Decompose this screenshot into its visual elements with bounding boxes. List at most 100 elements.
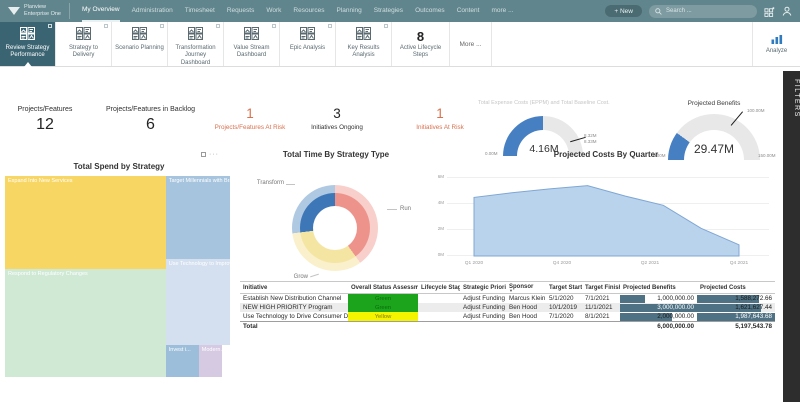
kpi-label: Projects/Features bbox=[0, 106, 90, 113]
popout-icon[interactable] bbox=[272, 24, 276, 28]
nav-item-more[interactable]: more ... bbox=[491, 0, 513, 22]
column-header-sponsor[interactable]: Sponsor▼ bbox=[506, 282, 546, 294]
empty-cell bbox=[460, 322, 506, 332]
more-options-icon[interactable]: ··· bbox=[209, 152, 219, 157]
table-row[interactable]: Use Technology to Drive Consumer DemandY… bbox=[240, 312, 775, 322]
popout-icon[interactable] bbox=[48, 24, 52, 28]
kpi-value: 6 bbox=[93, 116, 208, 134]
cell-value: 1,588,272.66 bbox=[700, 295, 772, 302]
treemap-tile-1[interactable]: Respond to Regulatory Changes bbox=[5, 269, 166, 377]
treemap-tile-2[interactable]: Target Millennials with Bra... bbox=[166, 176, 230, 259]
search-input[interactable]: Search ... bbox=[649, 5, 757, 18]
popout-icon[interactable] bbox=[160, 24, 164, 28]
popout-icon[interactable] bbox=[104, 24, 108, 28]
total-label: Total bbox=[240, 322, 348, 332]
gauge-target-label: 100.00M bbox=[747, 108, 765, 113]
new-button[interactable]: + New bbox=[605, 5, 642, 17]
x-axis-tick: Q2 2021 bbox=[641, 261, 659, 266]
apps-grid-icon[interactable] bbox=[764, 6, 775, 17]
area-projected-costs: Projected Costs By Quarter 6M4M2M0M Q1 2… bbox=[432, 150, 780, 280]
data-bar-cell: 1,000,000.00 bbox=[620, 294, 697, 304]
kpi-value: 1 bbox=[200, 106, 300, 121]
nav-item-administration[interactable]: Administration bbox=[132, 0, 173, 22]
cell-value: 3,000,000.00 bbox=[623, 304, 694, 311]
popout-icon[interactable] bbox=[384, 24, 388, 28]
kpi-initiatives-at-risk[interactable]: 1Initiatives At Risk bbox=[390, 106, 490, 131]
popout-icon[interactable] bbox=[328, 24, 332, 28]
ribbon-spacer bbox=[492, 22, 752, 66]
cell-value bbox=[418, 303, 460, 312]
status-cell: Green bbox=[348, 294, 418, 304]
cell-value: Ben Hood bbox=[506, 312, 546, 322]
treemap-tile-0[interactable]: Expand Into New Services bbox=[5, 176, 166, 269]
filters-panel-tab[interactable]: FILTERS bbox=[783, 71, 800, 402]
ribbon-tile-value-stream-dashboard[interactable]: Value Stream Dashboard bbox=[224, 22, 280, 66]
column-header-projected-costs[interactable]: Projected Costs bbox=[697, 282, 775, 294]
treemap-tile-label: Expand Into New Services bbox=[5, 176, 166, 184]
cell-value: 7/1/2020 bbox=[546, 312, 582, 322]
kpi-initiatives-ongoing[interactable]: 3Initiatives Ongoing bbox=[297, 106, 377, 131]
ribbon-more-button[interactable]: More ... bbox=[450, 22, 492, 66]
nav-item-strategies[interactable]: Strategies bbox=[374, 0, 403, 22]
dashboard-icon bbox=[356, 27, 371, 44]
column-header-target-finish[interactable]: Target Finish bbox=[582, 282, 620, 294]
table-row[interactable]: NEW HIGH PRIORITY ProgramGreenAdjust Fun… bbox=[240, 303, 775, 312]
tile-label: Scenario Planning bbox=[113, 44, 166, 53]
column-header-overall-status-assessment[interactable]: Overall Status Assessment bbox=[348, 282, 418, 294]
table-row[interactable]: Establish New Distribution ChannelGreenA… bbox=[240, 294, 775, 304]
cell-value: Adjust Funding bbox=[460, 294, 506, 304]
treemap-tile-label: Invest i... bbox=[166, 345, 199, 353]
ribbon-tile-review-strategy-performance[interactable]: Review Strategy Performance bbox=[0, 22, 56, 66]
treemap-tile-5[interactable]: Modern... bbox=[199, 345, 222, 377]
nav-item-content[interactable]: Content bbox=[457, 0, 480, 22]
user-profile-icon[interactable] bbox=[782, 6, 792, 16]
donut-label-transform: Transform bbox=[242, 180, 284, 186]
active-lifecycle-steps-tile[interactable]: 8 Active Lifecycle Steps bbox=[392, 22, 450, 66]
kpi-projects-features-at-risk[interactable]: 1Projects/Features At Risk bbox=[200, 106, 300, 131]
ribbon-tile-strategy-to-delivery[interactable]: Strategy to Delivery bbox=[56, 22, 112, 66]
nav-item-work[interactable]: Work bbox=[266, 0, 281, 22]
planview-logo[interactable]: Planview Enterprise One bbox=[8, 3, 70, 19]
nav-item-planning[interactable]: Planning bbox=[336, 0, 361, 22]
popout-icon[interactable] bbox=[216, 24, 220, 28]
area-title: Projected Costs By Quarter bbox=[432, 150, 780, 159]
cell-value: Adjust Funding bbox=[460, 303, 506, 312]
kpi-projects-features[interactable]: Projects/Features12 bbox=[0, 106, 90, 134]
dashboard-icon bbox=[188, 27, 203, 44]
ribbon-tiles: Review Strategy PerformanceStrategy to D… bbox=[0, 22, 392, 66]
empty-cell bbox=[506, 322, 546, 332]
kpi-projects-features-in-backlog[interactable]: Projects/Features in Backlog6 bbox=[93, 106, 208, 134]
ribbon-tile-key-results-analysis[interactable]: Key Results Analysis bbox=[336, 22, 392, 66]
analyze-chart-icon bbox=[771, 35, 783, 46]
column-header-lifecycle-stage[interactable]: Lifecycle Stage bbox=[418, 282, 460, 294]
tile-label: Value Stream Dashboard bbox=[224, 44, 279, 60]
focus-mode-icon[interactable] bbox=[201, 152, 206, 157]
brand-line2: Enterprise One bbox=[24, 11, 61, 17]
analyze-button[interactable]: Analyze bbox=[752, 22, 800, 66]
nav-item-resources[interactable]: Resources bbox=[293, 0, 324, 22]
nav-item-my-overview[interactable]: My Overview bbox=[82, 0, 120, 22]
nav-item-requests[interactable]: Requests bbox=[227, 0, 254, 22]
column-header-projected-benefits[interactable]: Projected Benefits bbox=[620, 282, 697, 294]
cell-value: 10/1/2019 bbox=[546, 303, 582, 312]
treemap-title: Total Spend by Strategy bbox=[5, 162, 233, 171]
treemap-tile-4[interactable]: Invest i... bbox=[166, 345, 199, 377]
column-header-target-start[interactable]: Target Start bbox=[546, 282, 582, 294]
donut-title: Total Time By Strategy Type bbox=[240, 150, 432, 159]
area-plot[interactable] bbox=[447, 174, 769, 258]
search-icon bbox=[655, 8, 662, 15]
cell-value: Use Technology to Drive Consumer Demand bbox=[240, 312, 348, 322]
cell-value: 8/1/2021 bbox=[582, 312, 620, 322]
ribbon-tile-scenario-planning[interactable]: Scenario Planning bbox=[112, 22, 168, 66]
cell-value bbox=[418, 294, 460, 304]
kpi-label: Initiatives Ongoing bbox=[297, 124, 377, 131]
ribbon-tile-transformation-journey-dashboard[interactable]: Transformation Journey Dashboard bbox=[168, 22, 224, 66]
ribbon-tile-epic-analysis[interactable]: Epic Analysis bbox=[280, 22, 336, 66]
column-header-initiative[interactable]: Initiative bbox=[240, 282, 348, 294]
treemap-tile-3[interactable]: Use Technology to Improve... bbox=[166, 259, 230, 344]
lifecycle-label: Active Lifecycle Steps bbox=[392, 45, 449, 59]
column-header-strategic-priority[interactable]: Strategic Priority bbox=[460, 282, 506, 294]
filters-label: FILTERS bbox=[783, 79, 800, 118]
nav-item-outcomes[interactable]: Outcomes bbox=[415, 0, 445, 22]
nav-item-timesheet[interactable]: Timesheet bbox=[185, 0, 215, 22]
